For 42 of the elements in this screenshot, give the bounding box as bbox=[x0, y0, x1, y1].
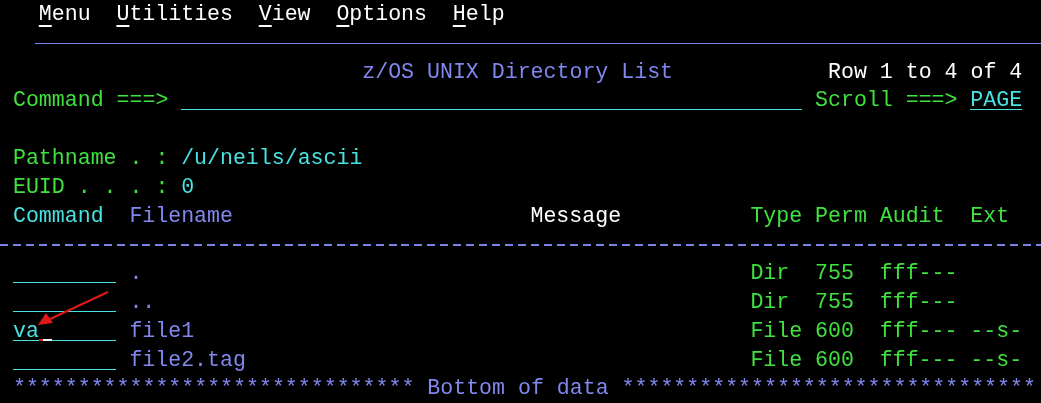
file-name: .. bbox=[129, 288, 156, 316]
screen-title: z/OS UNIX Directory List bbox=[362, 58, 673, 86]
table-cell-text: Dir bbox=[750, 260, 790, 288]
table-cell-text: Dir bbox=[750, 288, 790, 316]
menu-item[interactable]: Help bbox=[452, 0, 505, 29]
scroll-label: Scroll ===> bbox=[815, 87, 958, 115]
table-cell-text: fff--- bbox=[879, 346, 958, 374]
column-header: Message bbox=[530, 202, 621, 230]
table-cell-text: --s- bbox=[970, 346, 1023, 374]
column-header: Audit bbox=[879, 202, 945, 230]
table-cell-text: 755 bbox=[815, 288, 854, 316]
table-cell-text: File bbox=[750, 346, 803, 374]
table-cell-text: 755 bbox=[815, 260, 854, 288]
file-name: . bbox=[129, 260, 143, 288]
table-cell-text: --s- bbox=[970, 317, 1023, 345]
column-header: Perm bbox=[815, 202, 867, 230]
table-cell-text: File bbox=[750, 317, 803, 345]
file-name: file1 bbox=[129, 317, 195, 345]
bottom-of-data: ******************************* Bottom of data ******************************** bbox=[12, 375, 1035, 403]
pathname-label: Pathname . : bbox=[12, 145, 169, 172]
file-name: file2.tag bbox=[129, 346, 246, 374]
column-header: Ext bbox=[970, 202, 1010, 230]
text-cursor bbox=[38, 338, 52, 341]
euid-label: EUID . . . : bbox=[12, 173, 169, 201]
euid-value: 0 bbox=[181, 173, 195, 201]
column-header: Filename bbox=[129, 202, 233, 230]
menu-item[interactable]: Menu bbox=[38, 0, 91, 29]
menu-item[interactable]: Options bbox=[336, 0, 427, 29]
table-cell-text: fff--- bbox=[879, 317, 958, 345]
table-cell-text: fff--- bbox=[879, 260, 958, 288]
table-cell-text: 600 bbox=[815, 317, 854, 345]
scroll-field[interactable]: PAGE bbox=[970, 86, 1023, 111]
column-header: Command bbox=[12, 202, 104, 230]
pathname-value: /u/neils/ascii bbox=[181, 145, 363, 172]
column-header: Type bbox=[750, 202, 803, 230]
command-label: Command ===> bbox=[12, 87, 169, 115]
menu-item[interactable]: View bbox=[258, 0, 311, 29]
table-cell-text: fff--- bbox=[879, 288, 958, 316]
table-cell-text: 600 bbox=[815, 346, 854, 374]
arrow-annotation bbox=[38, 290, 109, 325]
menu-item[interactable]: Utilities bbox=[116, 0, 233, 29]
row-count: Row 1 to 4 of 4 bbox=[828, 58, 1023, 86]
